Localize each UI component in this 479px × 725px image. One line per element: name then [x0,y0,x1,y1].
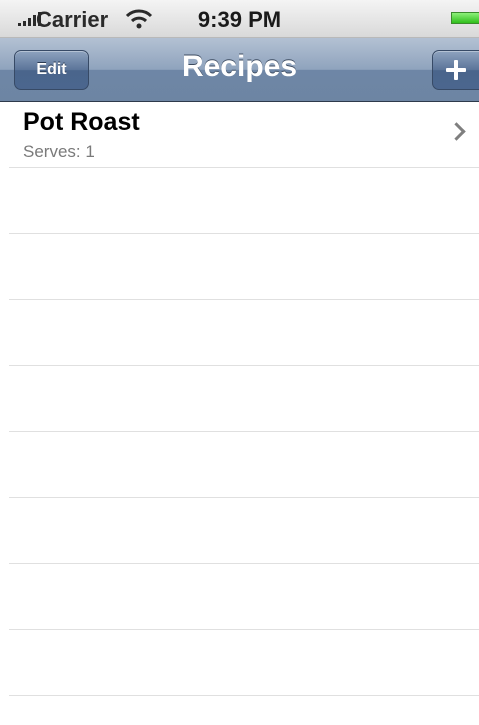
empty-table-row [9,234,479,300]
recipe-name: Pot Roast [23,108,140,136]
page-title: Recipes [181,50,298,83]
empty-table-row [9,630,479,696]
app-screen: Carrier 9:39 PM Edit Recipes Pot Roast S… [0,0,479,725]
empty-table-row [9,366,479,432]
chevron-right-icon [447,122,466,141]
empty-table-row [9,300,479,366]
recipe-list: Pot Roast Serves: 1 [0,102,479,696]
status-bar: Carrier 9:39 PM [0,0,479,38]
empty-table-row [9,432,479,498]
battery-icon [451,12,479,24]
list-item[interactable]: Pot Roast Serves: 1 [9,102,479,168]
navigation-bar: Edit Recipes [0,38,479,102]
status-time: 9:39 PM [197,7,282,32]
recipe-serves: Serves: 1 [23,142,95,161]
empty-table-row [9,168,479,234]
empty-table-row [9,564,479,630]
empty-table-row [9,498,479,564]
plus-icon [446,60,466,80]
add-recipe-button[interactable] [432,50,479,90]
